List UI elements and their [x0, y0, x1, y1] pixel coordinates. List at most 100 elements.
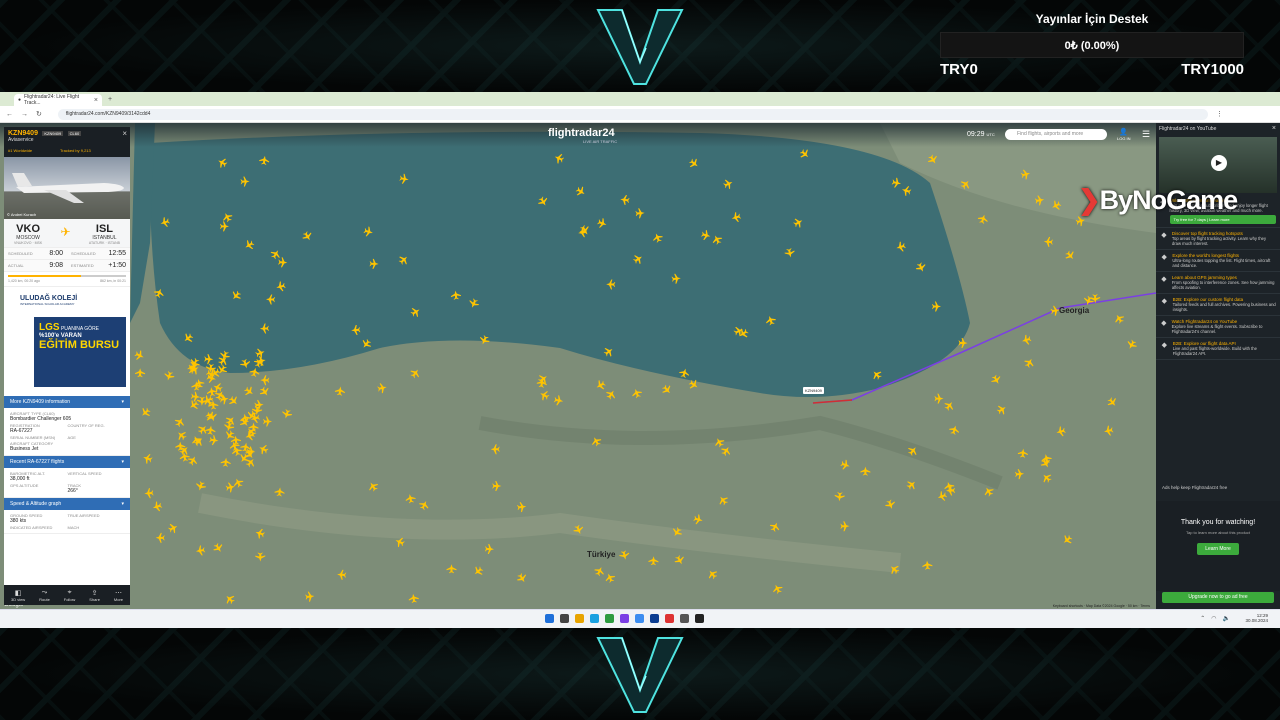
recent-flights-section[interactable]: Recent RA-67227 flights ▾ [4, 456, 130, 468]
donation-progress: 0₺ (0.00%) [940, 32, 1244, 58]
promo-item-desc: From spoofing to interference zones. See… [1171, 280, 1275, 290]
fr24-logo[interactable]: flightradar24 [548, 127, 615, 139]
more-button[interactable]: ⋯ More [114, 589, 123, 602]
ads-note: Ads help keep Flightradar24 free [1162, 485, 1228, 490]
origin-airport[interactable]: VKO MOSCOW VNUKOVO · MSK [14, 223, 42, 245]
aircraft-code-badge: CL60 [67, 131, 82, 136]
ad-school-logo: ULUDAĞ KOLEJİ INTERNATIONAL SCHOLAR ACADE… [20, 295, 78, 306]
hamburger-menu-icon[interactable]: ☰ [1142, 129, 1150, 140]
chevron-up-icon[interactable]: ⌃ [1200, 615, 1205, 622]
fr24-logo-sub: LIVE AIR TRAFFIC [583, 139, 618, 144]
taskbar-app-icon[interactable] [575, 614, 584, 623]
close-icon[interactable]: × [1272, 125, 1276, 132]
chevron-down-icon: ▾ [121, 459, 124, 465]
thanks-title: Thank you for watching! [1180, 519, 1256, 526]
taskbar-app-icon[interactable] [695, 614, 704, 623]
thanks-card: Thank you for watching! Tap to learn mor… [1156, 501, 1280, 591]
progress-right: 862 km, in 00:21 [100, 279, 126, 283]
map-credits: Keyboard shortcuts · Map Data ©2024 Goog… [1052, 604, 1150, 608]
speaker-icon[interactable]: 🔈 [1223, 615, 1230, 622]
trial-button[interactable]: Try free for 7 days | Learn more [1169, 215, 1276, 224]
promo-item-desc: Live and past flights-worldwide. Build w… [1172, 346, 1257, 356]
stream-frame-top: Yayınlar İçin Destek 0₺ (0.00%) TRY0 TRY… [0, 0, 1280, 92]
taskbar-app-icon[interactable] [560, 614, 569, 623]
promo-list: ◆ Unlock 60+ premium features Join over … [1156, 195, 1280, 360]
promo-item[interactable]: ◆ Learn about GPS jamming types From spo… [1156, 272, 1280, 294]
3d-view-button[interactable]: ◧ 3D view [11, 589, 25, 602]
flight-callsign-tag[interactable]: KZN9409 [803, 387, 824, 394]
rank-badge: #1 Worldwide [8, 148, 33, 153]
route-summary: VKO MOSCOW VNUKOVO · MSK ✈ ISL ISTANBUL … [4, 219, 130, 247]
back-icon[interactable]: ← [6, 111, 13, 118]
taskbar-app-icon[interactable] [665, 614, 674, 623]
flight-panel-toolbar: ◧ 3D view ⤳ Route ⌖ Follow ⇪ Share ⋯ More [4, 585, 130, 605]
taskbar-app-icon[interactable] [680, 614, 689, 623]
menu-dots-icon[interactable]: ⋮ [1216, 110, 1223, 118]
upgrade-button[interactable]: Upgrade now to go ad free [1162, 592, 1274, 603]
taskbar-clock[interactable]: 12:29 30.08.2024 [1245, 613, 1268, 623]
map-svg [0, 123, 1156, 609]
browser-tab[interactable]: ● Flightradar24: Live Flight Track... × [14, 94, 102, 106]
promo-item[interactable]: ◆ B2B: Explore our custom flight data Ta… [1156, 294, 1280, 316]
flight-panel-header: KZN9409 KZN9409 CL60 Aviaservice #1 Worl… [4, 127, 130, 157]
search-input[interactable]: Find flights, airports and more [1005, 129, 1107, 140]
stream-logo [596, 637, 684, 713]
taskbar-app-icon[interactable] [620, 614, 629, 623]
taskbar-app-icon[interactable] [590, 614, 599, 623]
destination-airport[interactable]: ISL ISTANBUL ATATURK · ISTANB [89, 223, 120, 245]
promo-item[interactable]: ◆ Discover top flight tracking hotspots … [1156, 228, 1280, 250]
taskbar-app-icon[interactable] [650, 614, 659, 623]
advertisement[interactable]: ULUDAĞ KOLEJİ INTERNATIONAL SCHOLAR ACADE… [4, 286, 130, 396]
country-label-turkiye: Türkiye [587, 550, 616, 559]
promo-item[interactable]: ◆ B2B: Explore our flight data API Live … [1156, 338, 1280, 360]
login-button[interactable]: 👤 LOG IN [1117, 128, 1131, 141]
tab-bar: ● Flightradar24: Live Flight Track... × … [0, 92, 1280, 106]
follow-button[interactable]: ⌖ Follow [64, 589, 76, 602]
forward-icon[interactable]: → [21, 111, 28, 118]
flightradar-page: flightradar24 LIVE AIR TRAFFIC 09:29 UTC… [0, 123, 1280, 609]
learn-more-button[interactable]: Learn More [1197, 543, 1239, 555]
wifi-icon[interactable]: ◠ [1211, 615, 1216, 622]
reload-icon[interactable]: ↻ [36, 110, 42, 118]
airline-name: Aviaservice [8, 137, 34, 143]
promo-title: Flightradar24 on YouTube [1159, 126, 1217, 132]
more-info-section[interactable]: More KZN9409 information ▾ [4, 396, 130, 408]
taskbar-app-icon[interactable] [605, 614, 614, 623]
api-icon: ◆ [1161, 342, 1168, 349]
scheduled-departure: SCHEDULED 8:00 [4, 248, 67, 260]
destination-code: ISL [95, 223, 114, 235]
taskbar-app-icon[interactable] [635, 614, 644, 623]
thanks-desc: Tap to learn more about this product [1185, 530, 1251, 535]
youtube-icon: ◆ [1161, 320, 1167, 327]
promo-item[interactable]: ◆ Watch Flightradar24 on YouTube Explore… [1156, 316, 1280, 338]
map-canvas[interactable]: flightradar24 LIVE AIR TRAFFIC 09:29 UTC… [0, 123, 1156, 609]
new-tab-icon[interactable]: + [108, 96, 112, 103]
aircraft-photo[interactable]: © Andrei Kurach [4, 157, 130, 219]
share-button[interactable]: ⇪ Share [89, 589, 100, 602]
origin-sub: VNUKOVO · MSK [14, 241, 43, 245]
chevron-down-icon: ▾ [121, 501, 124, 507]
taskbar-app-icon[interactable] [545, 614, 554, 623]
url-field[interactable]: flightradar24.com/KZN9409/3142cdd4 [57, 108, 1208, 120]
speed-altitude-section[interactable]: Speed & Altitude graph ▾ [4, 498, 130, 510]
aircraft-illustration [12, 173, 124, 203]
promo-item[interactable]: ◆ Explore the world's longest flights Ul… [1156, 250, 1280, 272]
crosshair-icon: ⌖ [67, 588, 72, 596]
system-tray: ⌃ ◠ 🔈 [1200, 615, 1230, 622]
flight-code-badge: KZN9409 [42, 131, 64, 136]
donation-title: Yayınlar İçin Destek [1035, 12, 1149, 26]
play-icon[interactable]: ▶ [1211, 155, 1227, 171]
route-icon: ⤳ [41, 588, 48, 596]
tab-close-icon[interactable]: × [94, 97, 98, 104]
stream-frame-bottom [0, 628, 1280, 720]
route-button[interactable]: ⤳ Route [39, 589, 50, 602]
promo-item-desc: Top areas by flight tracking activity. L… [1171, 236, 1267, 246]
tracked-count: Tracked by 9,213 [60, 148, 91, 153]
promo-item-desc: Ultra-long routes topping the list. Flig… [1172, 258, 1271, 268]
data-icon: ◆ [1161, 298, 1168, 305]
close-icon[interactable]: × [122, 129, 127, 138]
share-icon: ⇪ [91, 589, 98, 597]
flight-callsign: KZN9409 [8, 130, 38, 137]
donation-widget: Yayınlar İçin Destek 0₺ (0.00%) TRY0 TRY… [940, 12, 1244, 78]
chevron-down-icon: ▾ [121, 399, 124, 405]
